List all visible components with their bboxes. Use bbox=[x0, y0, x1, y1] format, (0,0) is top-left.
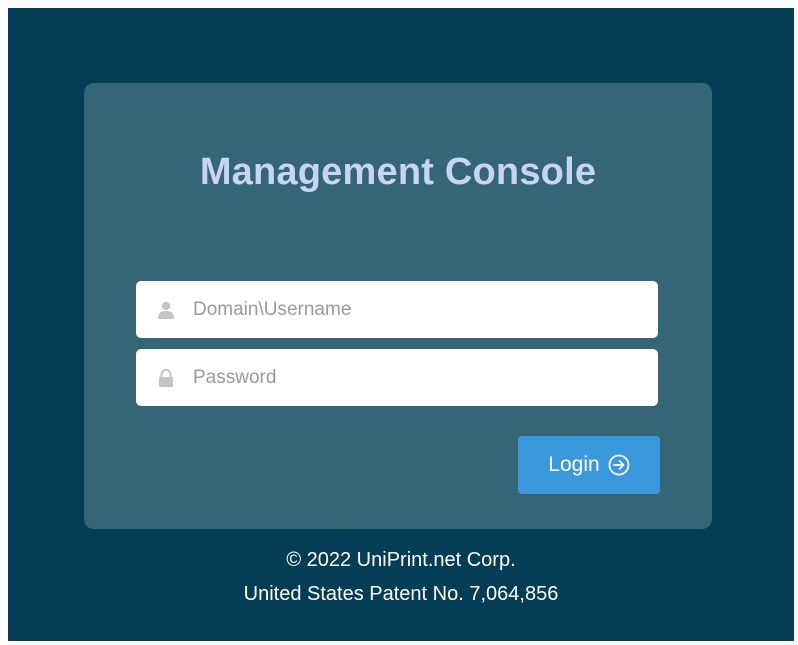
page-title: Management Console bbox=[199, 151, 597, 193]
user-icon bbox=[158, 301, 174, 319]
page-background: Management Console Login © 2022 UniPrint… bbox=[8, 8, 794, 641]
circle-arrow-right-icon bbox=[608, 454, 630, 476]
login-panel: Management Console Login bbox=[84, 83, 712, 529]
login-button-label: Login bbox=[548, 453, 600, 476]
password-field[interactable] bbox=[136, 349, 658, 406]
username-field[interactable] bbox=[136, 281, 658, 338]
copyright-text: © 2022 UniPrint.net Corp. bbox=[286, 549, 516, 571]
password-input[interactable] bbox=[193, 366, 633, 389]
lock-icon bbox=[159, 368, 173, 387]
username-input[interactable] bbox=[193, 298, 633, 321]
login-button[interactable]: Login bbox=[518, 436, 660, 494]
patent-text: United States Patent No. 7,064,856 bbox=[243, 583, 559, 605]
